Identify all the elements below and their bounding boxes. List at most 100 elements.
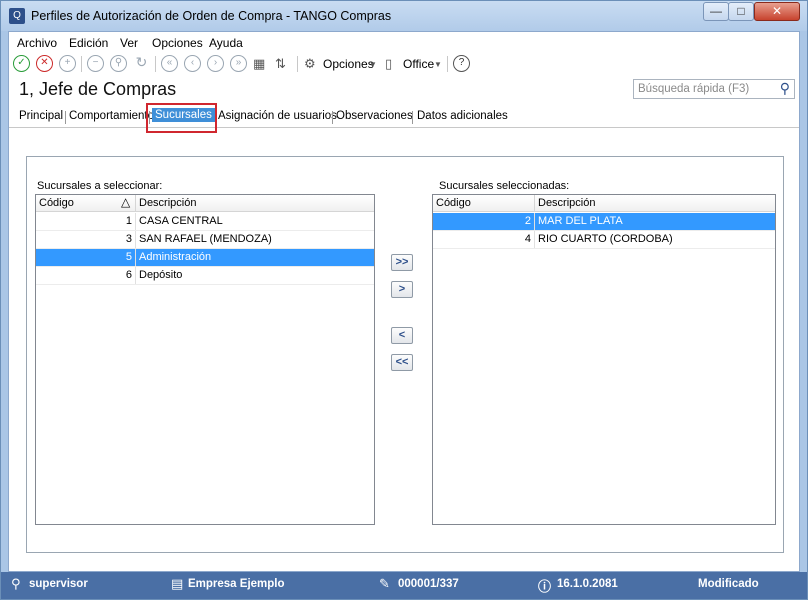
selected-branches-grid[interactable]: Código Descripción 2 MAR DEL PLATA 4 RIO CU… <box>432 194 776 525</box>
info-icon: ⓘ <box>538 579 552 594</box>
add-icon[interactable]: + <box>59 55 76 72</box>
first-record-icon[interactable]: « <box>161 55 178 72</box>
menu-bar: Archivo Edición Ver Opciones Ayuda <box>9 32 799 53</box>
minimize-button[interactable]: — <box>703 2 729 21</box>
sort-icon[interactable]: ⇅ <box>275 56 286 72</box>
status-record-code: 000001/337 <box>398 578 459 590</box>
pencil-icon: ✎ <box>379 576 390 591</box>
status-version: 16.1.0.2081 <box>557 578 618 590</box>
remove-icon[interactable]: − <box>87 55 104 72</box>
cell-divider <box>135 231 136 248</box>
table-row[interactable]: 1 CASA CENTRAL <box>36 213 374 231</box>
tab-bar: Principal Comportamiento Sucursales Asig… <box>9 104 799 128</box>
search-placeholder: Búsqueda rápida (F3) <box>638 83 750 95</box>
column-codigo[interactable]: Código <box>436 197 471 209</box>
toolbar-separator <box>447 56 448 72</box>
available-list-label: Sucursales a seleccionar: <box>37 180 163 192</box>
user-icon: ⚲ <box>11 576 21 591</box>
gear-icon: ⚙ <box>304 56 316 71</box>
row-code: 5 <box>125 251 132 263</box>
app-icon: Q <box>9 8 25 24</box>
building-icon: ▤ <box>171 576 184 591</box>
window-title: Perfiles de Autorización de Orden de Com… <box>31 9 392 23</box>
title-bar[interactable]: Q Perfiles de Autorización de Orden de C… <box>1 1 807 31</box>
table-row[interactable]: 4 RIO CUARTO (CORDOBA) <box>433 231 775 249</box>
row-description: MAR DEL PLATA <box>538 215 623 227</box>
close-button[interactable]: ✕ <box>754 2 800 21</box>
row-description: Administración <box>139 251 212 263</box>
row-description: RIO CUARTO (CORDOBA) <box>538 233 673 245</box>
tab-separator <box>332 111 333 124</box>
help-icon[interactable]: ? <box>453 55 470 72</box>
cell-divider <box>534 231 535 248</box>
search-icon[interactable]: ⚲ <box>780 80 790 97</box>
sort-ascending-icon: △ <box>121 195 131 209</box>
record-header: 1, Jefe de Compras Búsqueda rápida (F3) … <box>9 75 799 103</box>
available-branches-grid[interactable]: Código △ Descripción 1 CASA CENTRAL 3 SAN R… <box>35 194 375 525</box>
cell-divider <box>534 213 535 230</box>
previous-record-icon[interactable]: ‹ <box>184 55 201 72</box>
tab-principal[interactable]: Principal <box>19 110 63 122</box>
grid-header: Código Descripción <box>433 195 775 212</box>
menu-ayuda[interactable]: Ayuda <box>209 36 243 50</box>
table-row[interactable]: 6 Depósito <box>36 267 374 285</box>
tab-separator <box>412 111 413 124</box>
maximize-button[interactable]: □ <box>728 2 754 21</box>
tab-comportamiento[interactable]: Comportamiento <box>69 110 154 122</box>
row-code: 4 <box>524 233 531 245</box>
active-tab-highlight <box>146 103 217 133</box>
quick-search-input[interactable]: Búsqueda rápida (F3) ⚲ <box>633 79 795 99</box>
tab-observaciones[interactable]: Observaciones <box>336 110 413 122</box>
office-dropdown[interactable]: Office <box>403 57 434 71</box>
page-title: 1, Jefe de Compras <box>19 79 177 99</box>
menu-edicion[interactable]: Edición <box>69 36 108 50</box>
remove-button[interactable]: < <box>391 327 413 344</box>
row-code: 3 <box>125 233 132 245</box>
column-descripcion[interactable]: Descripción <box>139 197 196 209</box>
toolbar: ✓ ✕ + − ⚲ ↻ « ‹ › » ▦ ⇅ ⚙ Opciones ▼ ▯ O… <box>9 53 799 75</box>
accept-icon[interactable]: ✓ <box>13 55 30 72</box>
next-record-icon[interactable]: › <box>207 55 224 72</box>
toolbar-separator <box>297 56 298 72</box>
status-state: Modificado <box>698 578 759 590</box>
client-area: Archivo Edición Ver Opciones Ayuda ✓ ✕ +… <box>8 31 800 572</box>
grid-icon[interactable]: ▦ <box>253 56 265 72</box>
row-code: 6 <box>125 269 132 281</box>
cell-divider <box>135 249 136 266</box>
row-description: Depósito <box>139 269 183 281</box>
opciones-dropdown[interactable]: Opciones <box>323 57 374 71</box>
copy-icon[interactable]: ⚲ <box>110 55 127 72</box>
menu-ver[interactable]: Ver <box>120 36 138 50</box>
toolbar-separator <box>155 56 156 72</box>
row-code: 2 <box>524 215 531 227</box>
tab-separator <box>65 111 66 124</box>
menu-archivo[interactable]: Archivo <box>17 36 57 50</box>
remove-all-button[interactable]: << <box>391 354 413 371</box>
last-record-icon[interactable]: » <box>230 55 247 72</box>
refresh-icon[interactable]: ↻ <box>133 55 150 72</box>
row-description: CASA CENTRAL <box>139 215 223 227</box>
status-user: supervisor <box>29 578 88 590</box>
cell-divider <box>135 267 136 284</box>
row-description: SAN RAFAEL (MENDOZA) <box>139 233 272 245</box>
tab-asignacion-usuarios[interactable]: Asignación de usuarios <box>218 110 337 122</box>
selected-list-label: Sucursales seleccionadas: <box>439 180 570 192</box>
cancel-icon[interactable]: ✕ <box>36 55 53 72</box>
add-button[interactable]: > <box>391 281 413 298</box>
table-row[interactable]: 5 Administración <box>36 249 374 267</box>
tab-datos-adicionales[interactable]: Datos adicionales <box>417 110 508 122</box>
menu-opciones[interactable]: Opciones <box>152 36 203 50</box>
column-divider <box>534 195 535 212</box>
sucursales-panel: Sucursales a seleccionar: Código △ Descr… <box>26 156 784 553</box>
app-window: Q Perfiles de Autorización de Orden de C… <box>0 0 808 600</box>
table-row[interactable]: 3 SAN RAFAEL (MENDOZA) <box>36 231 374 249</box>
add-all-button[interactable]: >> <box>391 254 413 271</box>
chevron-down-icon: ▼ <box>434 60 442 69</box>
status-bar: ⚲ supervisor ▤ Empresa Ejemplo ✎ 000001/… <box>1 572 807 599</box>
column-divider <box>135 195 136 212</box>
status-company: Empresa Ejemplo <box>188 578 285 590</box>
column-codigo[interactable]: Código <box>39 197 74 209</box>
chevron-down-icon: ▼ <box>369 60 377 69</box>
table-row[interactable]: 2 MAR DEL PLATA <box>433 213 775 231</box>
column-descripcion[interactable]: Descripción <box>538 197 595 209</box>
